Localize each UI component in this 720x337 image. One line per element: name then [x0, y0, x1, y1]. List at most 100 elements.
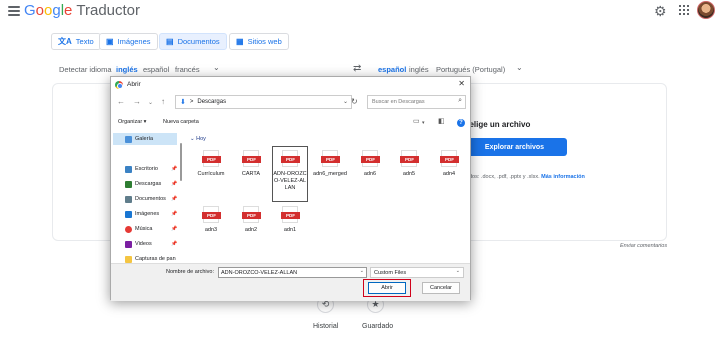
send-feedback-link[interactable]: Enviar comentarios	[620, 243, 667, 249]
pin-icon: 📌	[171, 166, 178, 172]
pdf-file-icon: PDF	[440, 150, 459, 167]
nav-item-imagenes[interactable]: Imágenes 📌	[113, 208, 177, 220]
pin-icon: 📌	[171, 226, 178, 232]
nav-item-musica[interactable]: Música 📌	[113, 223, 177, 235]
file-item-selected[interactable]: PDF ADN-OROZCO-VELEZ-ALLAN	[272, 146, 308, 202]
source-lang-espanol[interactable]: español	[143, 65, 169, 74]
navigation-pane: Galería Escritorio 📌 Descargas 📌 Documento…	[111, 129, 181, 263]
apps-grid-icon[interactable]	[679, 5, 689, 15]
filename-dropdown-icon[interactable]: ⌄	[360, 268, 364, 274]
source-lang-ingles[interactable]: inglés	[116, 65, 138, 74]
chrome-icon	[115, 80, 123, 89]
menu-icon[interactable]	[8, 6, 20, 16]
source-lang-frances[interactable]: francés	[175, 65, 200, 74]
organize-button[interactable]: Organizar ▾	[118, 119, 146, 125]
pdf-file-icon: PDF	[202, 150, 221, 167]
music-icon	[125, 225, 132, 233]
group-header-hoy[interactable]: ⌄ Hoy	[190, 136, 206, 142]
nav-scrollbar[interactable]	[180, 143, 182, 181]
preview-pane-icon[interactable]: ◧	[438, 117, 445, 125]
pin-icon: 📌	[171, 196, 178, 202]
gallery-icon	[125, 135, 132, 143]
refresh-icon[interactable]: ↻	[351, 97, 358, 106]
up-arrow-icon[interactable]: ↑	[161, 97, 165, 106]
pdf-file-icon: PDF	[202, 206, 221, 223]
address-dropdown-icon[interactable]: ⌄	[343, 98, 348, 105]
pdf-file-icon: PDF	[281, 150, 300, 167]
cancel-button[interactable]: Cancelar	[422, 282, 460, 294]
new-folder-button[interactable]: Nueva carpeta	[163, 119, 199, 125]
pdf-file-icon: PDF	[242, 150, 261, 167]
file-item[interactable]: PDF adn6_merged	[312, 147, 348, 203]
choose-file-text: O elige un archivo	[461, 120, 531, 129]
view-dropdown-icon[interactable]: ▾	[422, 120, 425, 126]
filename-input[interactable]: ADN-OROZCO-VELEZ-ALLAN ⌄	[218, 267, 367, 278]
file-item[interactable]: PDF Currículum	[193, 147, 229, 203]
nav-item-videos[interactable]: Videos 📌	[113, 238, 177, 250]
pin-icon: 📌	[171, 211, 178, 217]
source-lang-detect[interactable]: Detectar idioma	[59, 65, 112, 74]
file-item[interactable]: PDF adn2	[233, 203, 269, 259]
tab-texto[interactable]: 文A Texto	[51, 33, 101, 50]
pin-icon: 📌	[171, 181, 178, 187]
view-options-icon[interactable]: ▭	[413, 117, 420, 125]
file-item[interactable]: PDF adn4	[431, 147, 467, 203]
tab-sitios-web[interactable]: ▦ Sitios web	[229, 33, 289, 50]
target-lang-portugues[interactable]: Portugués (Portugal)	[436, 65, 505, 74]
dialog-title: Abrir	[127, 81, 141, 88]
download-icon: ⬇	[180, 99, 186, 106]
breadcrumb-path[interactable]: Descargas	[197, 99, 226, 105]
search-icon: ⌕	[458, 97, 462, 104]
nav-item-capturas[interactable]: Capturas de pan	[113, 253, 177, 263]
file-item[interactable]: PDF adn3	[193, 203, 229, 259]
browse-files-button[interactable]: Explorar archivos	[462, 138, 567, 156]
more-info-link[interactable]: Más información	[541, 174, 585, 180]
recent-chevron-icon[interactable]: ⌄	[148, 99, 153, 106]
avatar[interactable]	[697, 1, 715, 19]
help-icon[interactable]: ?	[457, 119, 465, 127]
file-item[interactable]: PDF CARTA	[233, 147, 269, 203]
search-input[interactable]: Buscar en Descargas ⌕	[367, 95, 466, 109]
filename-label: Nombre de archivo:	[166, 269, 214, 275]
address-bar[interactable]: ⬇ > Descargas ⌄	[175, 95, 352, 109]
tab-documentos[interactable]: ▤ Documentos	[159, 33, 227, 50]
open-file-dialog: Abrir ✕ ← → ⌄ ↑ ⬇ > Descargas ⌄ ↻ Buscar…	[110, 76, 471, 301]
settings-gear-icon[interactable]: ⚙	[654, 3, 667, 20]
nav-item-documentos[interactable]: Documentos 📌	[113, 193, 177, 205]
dialog-titlebar: Abrir	[111, 77, 470, 92]
breadcrumb-separator: >	[189, 99, 194, 105]
pdf-file-icon: PDF	[321, 150, 340, 167]
source-lang-chevron-icon[interactable]: ⌄	[213, 63, 220, 72]
history-label[interactable]: Historial	[313, 323, 338, 330]
document-icon	[125, 195, 132, 203]
folder-icon	[125, 255, 132, 263]
back-arrow-icon[interactable]: ←	[117, 97, 125, 106]
pin-icon: 📌	[171, 241, 178, 247]
web-icon: ▦	[236, 37, 244, 46]
pdf-file-icon: PDF	[361, 150, 380, 167]
pdf-file-icon: PDF	[400, 150, 419, 167]
product-name: Traductor	[76, 2, 141, 19]
pdf-file-icon: PDF	[281, 206, 300, 223]
nav-item-galeria[interactable]: Galería	[113, 133, 177, 145]
file-item[interactable]: PDF adn5	[391, 147, 427, 203]
nav-item-descargas[interactable]: Descargas 📌	[113, 178, 177, 190]
target-lang-ingles[interactable]: inglés	[409, 65, 429, 74]
download-icon	[125, 180, 132, 188]
target-lang-espanol[interactable]: español	[378, 65, 406, 74]
forward-arrow-icon[interactable]: →	[133, 97, 141, 106]
tab-imagenes[interactable]: ▣ Imágenes	[99, 33, 158, 50]
supported-types-text: dos: .docx, .pdf, .pptx y .xlsx. Más inf…	[469, 174, 585, 180]
saved-label[interactable]: Guardado	[362, 323, 393, 330]
google-translate-logo[interactable]: Google Traductor	[24, 2, 140, 19]
swap-languages-icon[interactable]: ⇄	[353, 63, 361, 74]
image-icon: ▣	[106, 37, 114, 46]
file-item[interactable]: PDF adn1	[272, 203, 308, 259]
file-item[interactable]: PDF adn6	[352, 147, 388, 203]
file-type-select[interactable]: Custom Files ⌄	[370, 267, 464, 278]
highlight-annotation	[363, 279, 411, 297]
target-lang-chevron-icon[interactable]: ⌄	[516, 63, 523, 72]
close-icon[interactable]: ✕	[458, 79, 465, 88]
nav-item-escritorio[interactable]: Escritorio 📌	[113, 163, 177, 175]
file-type-dropdown-icon: ⌄	[455, 268, 460, 274]
